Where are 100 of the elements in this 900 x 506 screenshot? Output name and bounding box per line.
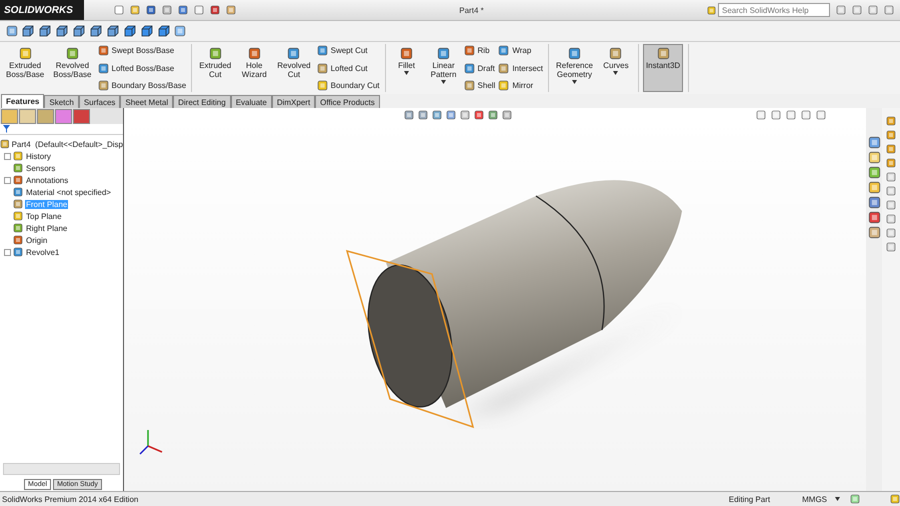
command-button[interactable]: Boundary Boss/Base <box>98 80 186 91</box>
view-cube-icon[interactable] <box>123 24 137 38</box>
ribbon-tab[interactable]: Sheet Metal <box>120 95 174 108</box>
tree-item[interactable]: History <box>25 152 52 160</box>
tree-item[interactable]: Right Plane <box>25 224 68 232</box>
view-cube-icon[interactable] <box>140 24 154 38</box>
units-text: MMGS <box>802 494 827 504</box>
panel-tab[interactable] <box>37 108 54 124</box>
command-button[interactable]: Swept Boss/Base <box>98 45 186 56</box>
command-button[interactable]: Hole Wizard <box>237 44 272 92</box>
tree-node-icon <box>13 187 23 197</box>
task-pane-icon[interactable] <box>868 151 880 164</box>
caret-icon[interactable] <box>572 80 577 84</box>
feature-icon <box>464 80 475 91</box>
feature-icon <box>609 47 622 60</box>
tree-item[interactable]: Revolve1 <box>25 248 60 256</box>
feature-icon <box>208 47 222 60</box>
window-title: Part4 * <box>459 6 484 14</box>
feature-icon <box>437 47 450 60</box>
tree-item[interactable]: Annotations <box>25 176 70 184</box>
command-button[interactable]: Rib <box>464 45 496 56</box>
task-pane-icon[interactable] <box>868 211 880 224</box>
feature-icon <box>316 80 328 91</box>
command-button[interactable]: Instant3D <box>642 44 684 92</box>
feature-icon <box>656 47 670 60</box>
mode-text: Editing Part <box>728 494 770 504</box>
view-cube-icon[interactable] <box>72 24 86 38</box>
view-cube-icon[interactable] <box>106 24 120 38</box>
task-pane-icon[interactable] <box>868 181 880 194</box>
command-button[interactable]: Intersect <box>498 62 544 74</box>
caret-icon[interactable] <box>404 71 410 76</box>
filter-icon[interactable] <box>3 125 10 133</box>
feature-icon <box>498 62 510 74</box>
ribbon-tab[interactable]: DimXpert <box>272 95 316 108</box>
command-button[interactable]: Mirror <box>498 80 544 91</box>
command-button[interactable]: Linear Pattern <box>426 44 461 92</box>
panel-tab[interactable] <box>1 108 18 124</box>
tree-item[interactable]: Sensors <box>25 164 56 172</box>
tree-node-icon <box>13 223 23 233</box>
feature-icon <box>287 47 300 60</box>
command-button[interactable]: Revolved Boss/Base <box>50 44 94 92</box>
view-cube-icon[interactable] <box>21 24 35 38</box>
tree-item[interactable]: Origin <box>25 236 48 244</box>
command-button[interactable]: Boundary Cut <box>316 80 380 91</box>
command-button[interactable]: Reference Geometry <box>553 44 596 92</box>
command-button[interactable]: Fillet <box>390 44 424 92</box>
solidworks-logo: SOLIDWORKS <box>0 0 84 20</box>
tree-node-icon <box>13 199 23 209</box>
ribbon-tab[interactable]: Evaluate <box>230 95 272 108</box>
search-field[interactable]: Search SolidWorks Help <box>718 3 830 17</box>
command-button[interactable]: Extruded Boss/Base <box>3 44 48 92</box>
task-pane-icon[interactable] <box>868 196 880 209</box>
expand-icon[interactable] <box>4 176 11 184</box>
task-pane-icon[interactable] <box>868 226 880 239</box>
feature-icon <box>400 47 414 60</box>
horizontal-scrollbar[interactable] <box>3 463 120 475</box>
tree-root-label[interactable]: Part4 (Default<<Default>_Disp <box>12 140 123 148</box>
feature-icon <box>498 80 510 91</box>
tree-node-icon <box>13 211 23 221</box>
panel-tab[interactable] <box>73 108 90 124</box>
feature-icon <box>316 45 328 56</box>
tree-item[interactable]: Material <not specified> <box>25 188 112 196</box>
command-button[interactable]: Curves <box>598 44 633 92</box>
view-cube-icon[interactable] <box>157 24 171 38</box>
caret-icon[interactable] <box>613 71 618 76</box>
task-pane-icon[interactable] <box>868 166 880 179</box>
feature-icon <box>498 45 510 56</box>
tree-node-icon <box>13 163 23 173</box>
feature-icon <box>98 80 108 91</box>
feature-icon <box>18 47 32 60</box>
command-button[interactable]: Swept Cut <box>316 45 380 56</box>
feature-icon <box>568 47 581 60</box>
expand-icon[interactable] <box>4 248 11 256</box>
ribbon-tab[interactable]: Sketch <box>44 95 79 108</box>
command-button[interactable]: Lofted Boss/Base <box>98 62 186 74</box>
task-pane-icon[interactable] <box>868 136 880 149</box>
caret-icon[interactable] <box>441 80 446 84</box>
edition-text: SolidWorks Premium 2014 x64 Edition <box>2 494 138 504</box>
feature-icon <box>464 45 475 56</box>
ribbon-tab[interactable]: Direct Editing <box>173 95 231 108</box>
command-button[interactable]: Draft <box>464 62 496 74</box>
feature-icon <box>98 62 108 74</box>
command-button[interactable]: Lofted Cut <box>316 62 380 74</box>
ribbon-tab[interactable]: Features <box>1 94 44 108</box>
view-cube-icon[interactable] <box>55 24 69 38</box>
view-cube-icon[interactable] <box>38 24 52 38</box>
command-button[interactable]: Revolved Cut <box>274 44 314 92</box>
tree-item[interactable]: Top Plane <box>25 212 63 220</box>
panel-tab[interactable] <box>55 108 72 124</box>
axis-triad-icon <box>139 430 162 455</box>
view-cube-icon[interactable] <box>89 24 103 38</box>
ribbon-tab[interactable]: Surfaces <box>78 95 120 108</box>
caret-icon[interactable] <box>835 497 840 501</box>
ribbon-tab[interactable]: Office Products <box>315 95 380 108</box>
command-button[interactable]: Shell <box>464 80 496 91</box>
panel-tab[interactable] <box>19 108 36 124</box>
command-button[interactable]: Extruded Cut <box>196 44 234 92</box>
feature-icon <box>98 45 108 56</box>
command-button[interactable]: Wrap <box>498 45 544 56</box>
expand-icon[interactable] <box>4 152 11 160</box>
